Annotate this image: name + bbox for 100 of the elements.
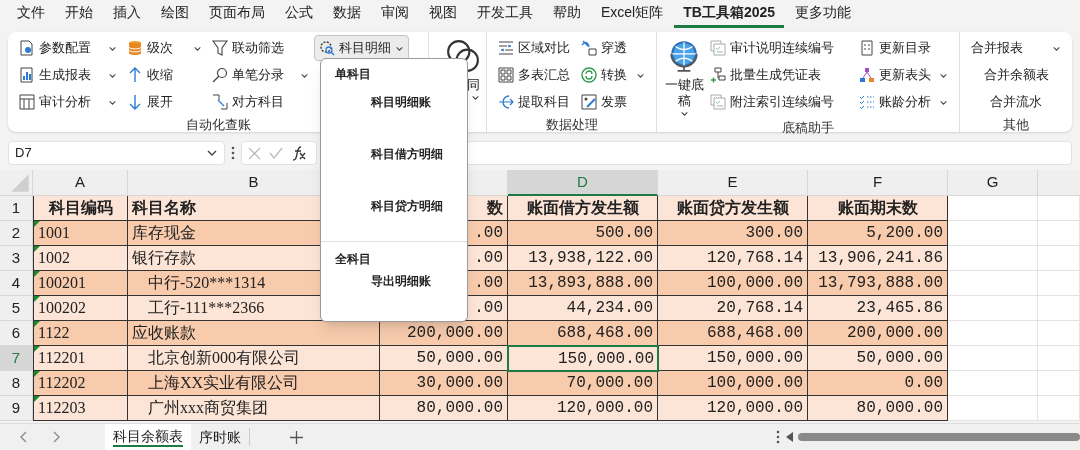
ribbon-button[interactable]: 审计分析 [14, 89, 122, 115]
table-cell: 688,468.00 [508, 321, 658, 346]
add-sheet-icon[interactable] [290, 430, 303, 444]
menu-heading: 单科目 [334, 66, 372, 83]
ribbon-button[interactable]: 合并流水 [966, 89, 1066, 115]
menu-tab[interactable]: 开始 [56, 2, 102, 28]
ribbon-button[interactable]: 多表汇总 [493, 62, 577, 88]
row-header[interactable]: 8 [0, 371, 33, 396]
table-cell: 100202 [33, 296, 128, 321]
menu-tab[interactable]: 页面布局 [200, 2, 274, 28]
menu-tab[interactable]: TB工具箱2025 [674, 2, 785, 28]
chevron-right-icon[interactable] [52, 431, 60, 443]
bar-chart-icon [19, 67, 35, 83]
sheet-tab[interactable]: 序时账 [191, 428, 250, 446]
column-header[interactable]: F [808, 170, 948, 196]
ribbon-button[interactable]: 级次 [122, 35, 207, 61]
menu-item[interactable]: 科目明细账 [321, 85, 467, 137]
database-icon [127, 40, 143, 56]
menu-tab[interactable]: 更多功能 [786, 2, 861, 28]
button-label: 同 [466, 77, 480, 93]
chevron-left-icon[interactable] [20, 431, 28, 443]
ribbon-button[interactable]: 转换 [576, 62, 650, 88]
sheet-tab[interactable]: 科目余额表 [105, 424, 191, 450]
table-cell: 300.00 [658, 221, 808, 246]
row-header[interactable]: 7 [0, 346, 33, 371]
ribbon-button[interactable]: 展开 [122, 89, 207, 115]
column-header[interactable]: E [658, 170, 808, 196]
table-cell: 44,234.00 [508, 296, 658, 321]
empty-cell [1038, 296, 1080, 321]
menu-tab[interactable]: 数据 [324, 2, 370, 28]
ribbon-button[interactable]: 合并余额表 [966, 62, 1066, 88]
table-cell: 13,938,122.00 [508, 246, 658, 271]
ribbon-button[interactable]: 区域对比 [493, 35, 577, 61]
ribbon-button[interactable]: 单笔分录 [207, 62, 314, 88]
checklist-icon [710, 40, 726, 56]
ribbon-button[interactable]: 发票 [576, 89, 650, 115]
table-cell: 广州xxx商贸集团 [128, 396, 380, 421]
ribbon-button[interactable]: 附注索引连续编号 [705, 89, 854, 115]
table-cell: 100,000.00 [658, 371, 808, 396]
arrows-document-icon [581, 40, 598, 56]
ribbon-button[interactable]: 穿透 [576, 35, 650, 61]
menu-tab[interactable]: 绘图 [152, 2, 198, 28]
ribbon-button[interactable]: 提取科目 [493, 89, 577, 115]
table-cell: 5,200.00 [808, 221, 948, 246]
scroll-left-icon[interactable] [786, 432, 794, 442]
horizontal-scrollbar[interactable] [798, 433, 1080, 441]
cubes-icon [859, 67, 875, 83]
ribbon-button[interactable]: 联动筛选 [207, 35, 314, 61]
arrow-down-icon [127, 94, 143, 110]
table-cell: 13,906,241.86 [808, 246, 948, 271]
group-label: 数据处理 [544, 116, 599, 134]
table-cell: 13,893,888.00 [508, 271, 658, 296]
table-cell: 30,000.00 [380, 371, 508, 396]
invoice-icon [581, 94, 598, 110]
ribbon-button[interactable]: 账龄分析 [854, 89, 953, 115]
row-header[interactable]: 9 [0, 396, 33, 421]
column-header[interactable]: A [33, 170, 128, 196]
table-cell: 1002 [33, 246, 128, 271]
row-header[interactable]: 6 [0, 321, 33, 346]
ribbon-button[interactable]: 审计说明连续编号 [705, 35, 854, 61]
ribbon-button[interactable]: 生成报表 [14, 62, 122, 88]
column-header[interactable]: G [948, 170, 1038, 196]
function-icon[interactable] [291, 145, 307, 161]
ribbon-button[interactable]: 更新表头 [854, 62, 953, 88]
row-header[interactable]: 5 [0, 296, 33, 321]
menu-tab[interactable]: 视图 [420, 2, 466, 28]
column-header[interactable]: D [508, 170, 658, 196]
header-cell: 账面期末数 [808, 196, 948, 221]
table-cell: 112203 [33, 396, 128, 421]
row-header[interactable]: 3 [0, 246, 33, 271]
menu-tab[interactable]: 开发工具 [468, 2, 542, 28]
ribbon-button[interactable]: 更新目录 [854, 35, 953, 61]
ribbon-button[interactable]: 参数配置 [14, 35, 122, 61]
menu-tab[interactable]: 公式 [276, 2, 322, 28]
menu-tab[interactable]: 文件 [8, 2, 54, 28]
name-box[interactable]: D7 [8, 141, 225, 165]
ribbon-button[interactable]: 收缩 [122, 62, 207, 88]
ribbon-button[interactable]: 对方科目 [207, 89, 314, 115]
menu-tab[interactable]: Excel矩阵 [592, 2, 673, 28]
table-cell: 120,000.00 [508, 396, 658, 421]
ribbon-button[interactable]: 批量生成凭证表 [705, 62, 854, 88]
check-icon[interactable] [269, 147, 283, 159]
menu-tab[interactable]: 帮助 [544, 2, 590, 28]
cancel-icon[interactable] [248, 146, 261, 160]
large-button[interactable]: 一键底稿 [663, 35, 705, 118]
more-options-icon[interactable] [231, 146, 235, 160]
extract-icon [498, 94, 514, 110]
row-header[interactable]: 4 [0, 271, 33, 296]
row-header[interactable]: 1 [0, 196, 33, 221]
menu-tab[interactable]: 插入 [104, 2, 150, 28]
table-cell: 112201 [33, 346, 128, 371]
empty-cell [1038, 196, 1080, 221]
more-options-icon[interactable] [776, 430, 780, 444]
ribbon-button[interactable]: 科目明细 [314, 35, 409, 61]
menu-tab[interactable]: 审阅 [372, 2, 418, 28]
row-header[interactable]: 2 [0, 221, 33, 246]
table-cell: 200,000.00 [380, 321, 508, 346]
ribbon-button[interactable]: 合并报表 [966, 35, 1066, 61]
table-cell: 23,465.86 [808, 296, 948, 321]
table-cell: 688,468.00 [658, 321, 808, 346]
